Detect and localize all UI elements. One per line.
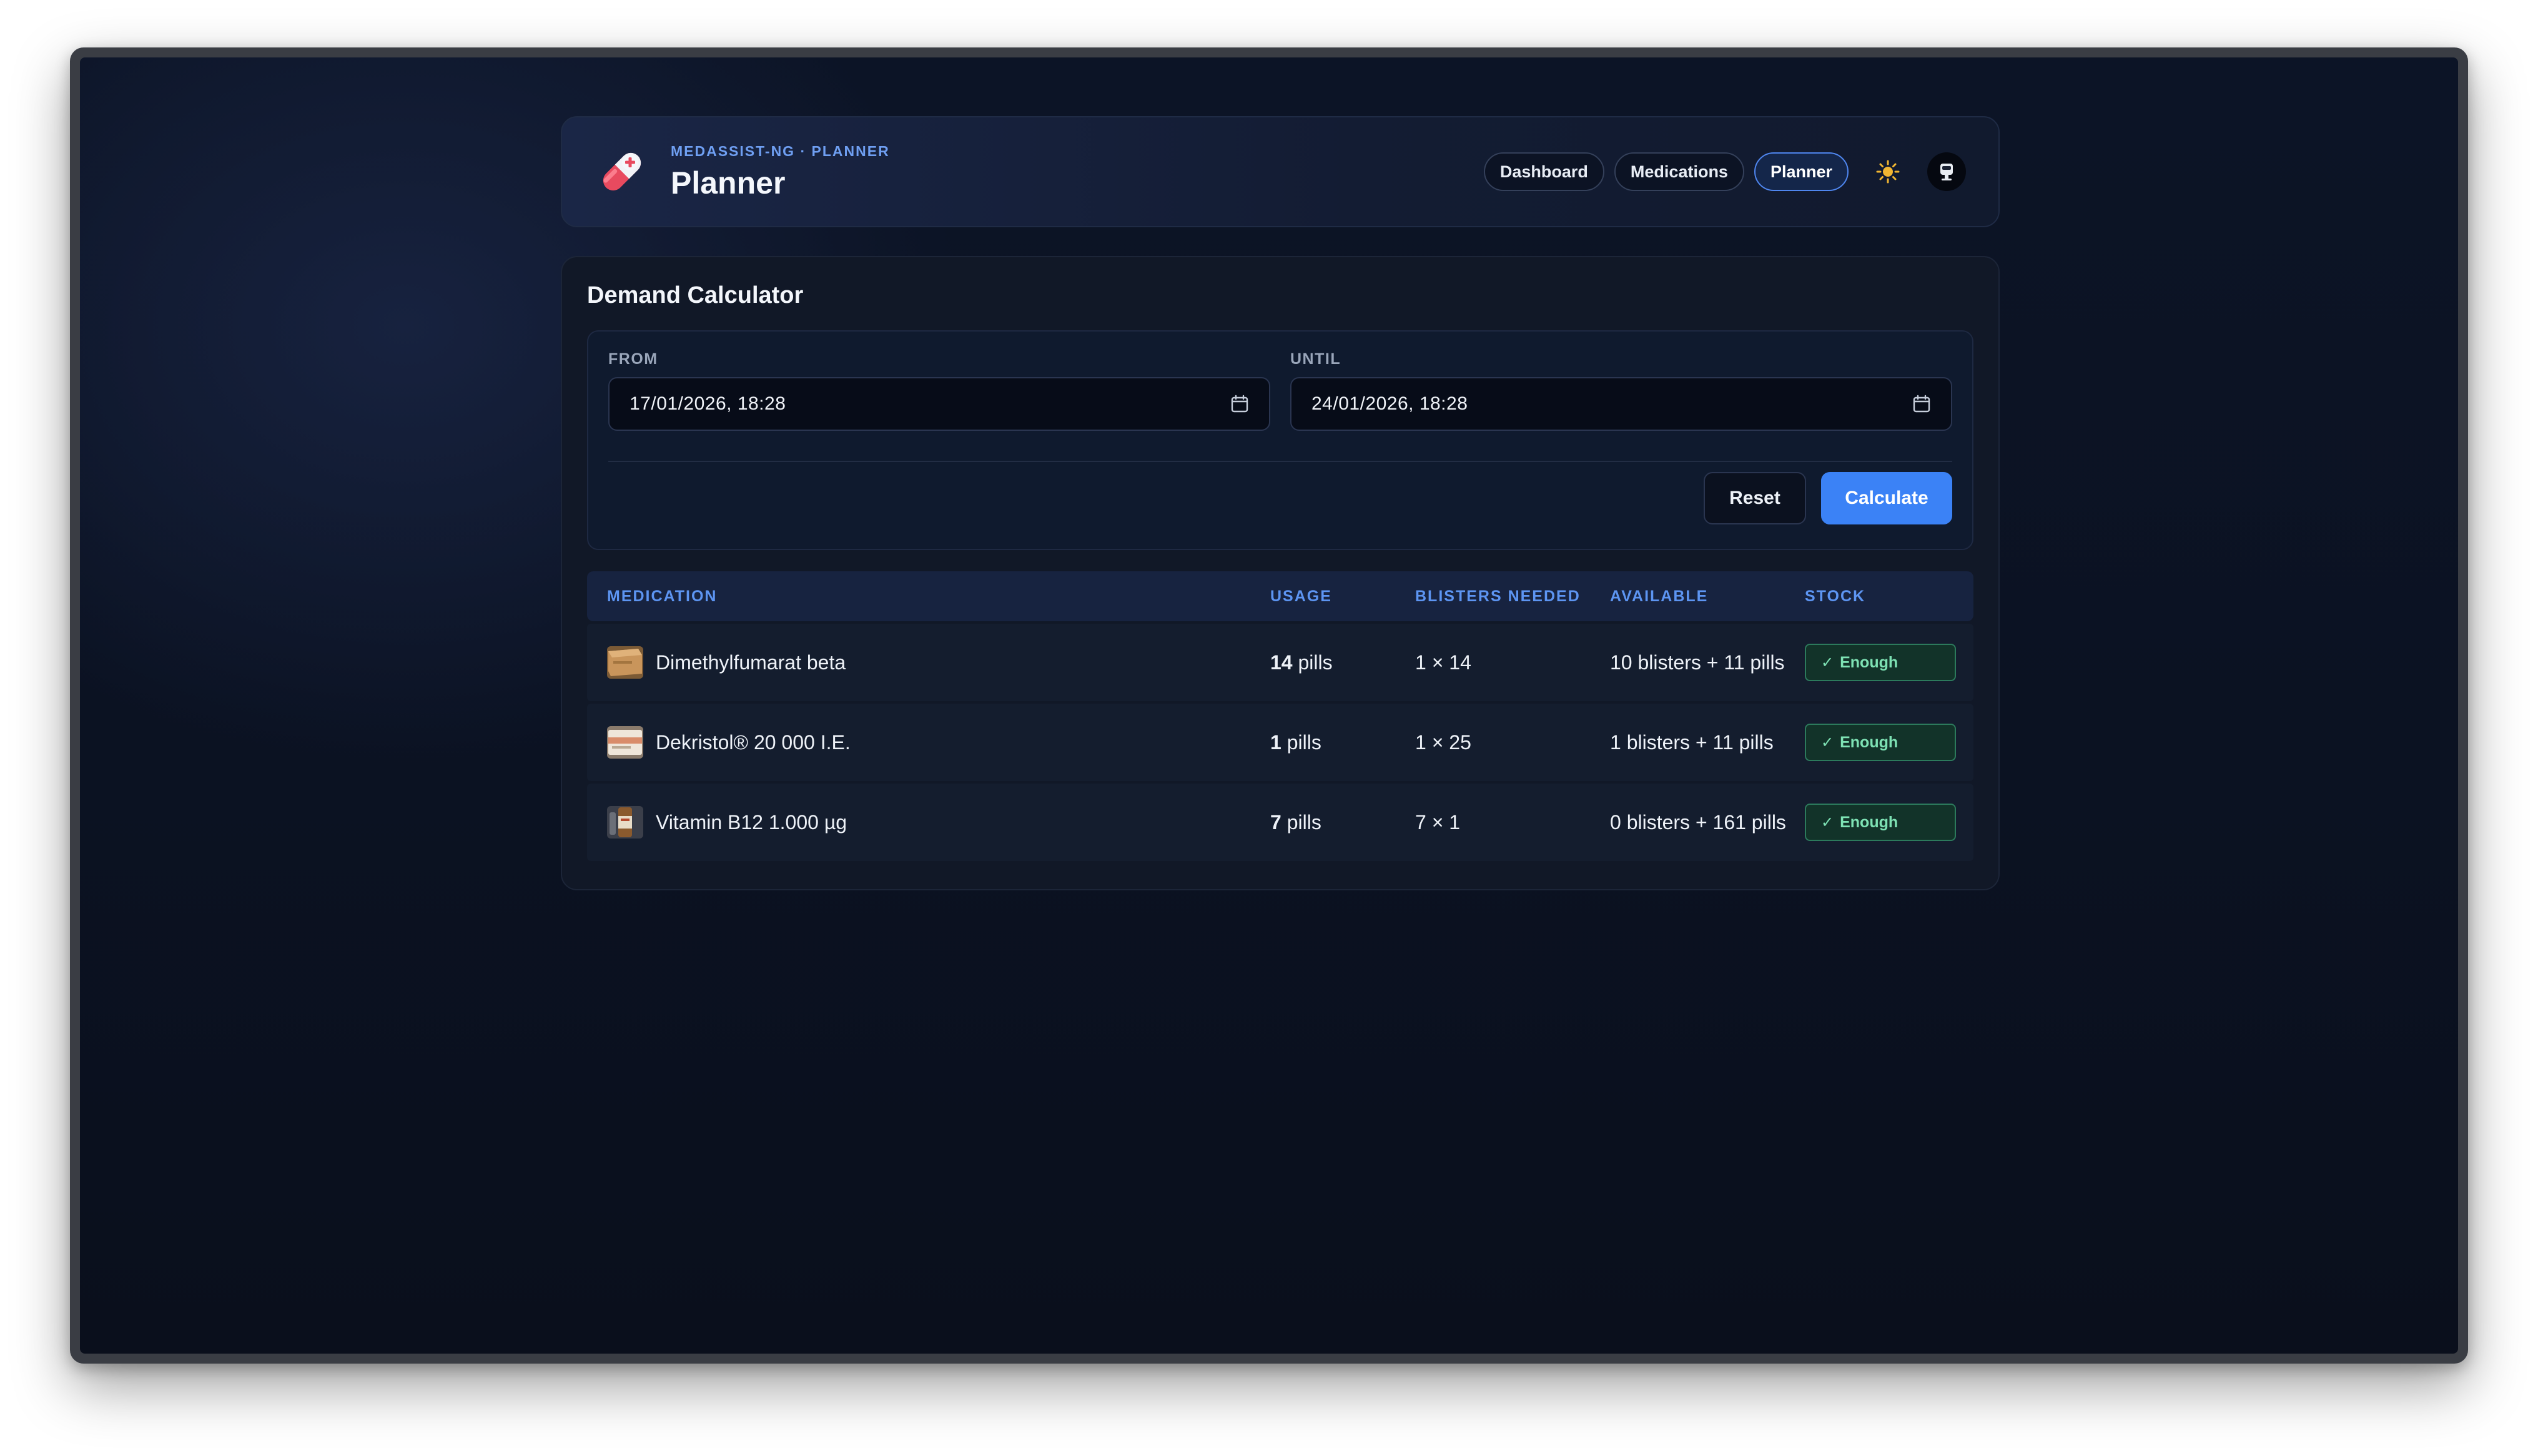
calendar-icon[interactable] [1912, 395, 1931, 413]
header-usage: USAGE [1270, 587, 1332, 605]
theme-toggle-button[interactable] [1869, 152, 1907, 191]
top-nav: Dashboard Medications Planner [1474, 152, 1966, 191]
date-range-panel: FROM 17/01/2026, 18:28 UNTIL 24/01/2026,… [587, 330, 1973, 550]
until-value: 24/01/2026, 18:28 [1311, 393, 1468, 414]
sun-icon [1876, 160, 1900, 184]
table-header: MEDICATION USAGE BLISTERS NEEDED AVAILAB… [587, 571, 1973, 621]
blisters-needed: 1 × 25 [1415, 730, 1471, 754]
check-icon: ✓ [1821, 814, 1834, 831]
usage-unit: pills [1281, 810, 1321, 834]
blisters-needed: 7 × 1 [1415, 810, 1461, 834]
from-datetime-input[interactable]: 17/01/2026, 18:28 [608, 377, 1270, 431]
card-title: Demand Calculator [587, 282, 804, 308]
header-available: AVAILABLE [1610, 588, 1709, 605]
check-icon: ✓ [1821, 654, 1834, 671]
page-title: Planner [671, 165, 786, 200]
status-badge: ✓ Enough [1805, 644, 1956, 681]
user-avatar-button[interactable] [1927, 152, 1966, 191]
medication-thumbnail [607, 806, 643, 839]
status-label: Enough [1840, 733, 1899, 751]
window-frame: MEDASSIST-NG · PLANNER Planner Dashboard… [70, 47, 2468, 1364]
medication-name: Dimethylfumarat beta [656, 651, 846, 674]
reset-button[interactable]: Reset [1704, 472, 1806, 524]
blisters-needed: 1 × 14 [1415, 651, 1471, 674]
nav-dashboard-button[interactable]: Dashboard [1483, 152, 1604, 191]
medication-thumbnail [607, 726, 643, 759]
pill-icon [603, 152, 641, 191]
from-field: FROM 17/01/2026, 18:28 [608, 350, 1270, 431]
form-actions: Reset Calculate [608, 472, 1952, 524]
medication-name: Vitamin B12 1.000 µg [656, 810, 847, 834]
table-row: Dimethylfumarat beta 14 pills 1 × 14 10 … [587, 624, 1973, 701]
table-row: Vitamin B12 1.000 µg 7 pills 7 × 1 0 bli… [587, 784, 1973, 861]
available-stock: 0 blisters + 161 pills [1610, 811, 1786, 834]
available-stock: 1 blisters + 11 pills [1610, 731, 1774, 754]
check-icon: ✓ [1821, 734, 1834, 751]
app-header: MEDASSIST-NG · PLANNER Planner Dashboard… [561, 116, 2000, 227]
status-badge: ✓ Enough [1805, 804, 1956, 841]
avatar-icon [1940, 164, 1953, 180]
status-label: Enough [1840, 653, 1899, 671]
usage-unit: pills [1281, 730, 1321, 754]
usage-count: 7 [1270, 810, 1281, 834]
app-screen: MEDASSIST-NG · PLANNER Planner Dashboard… [80, 57, 2458, 1354]
calculate-button[interactable]: Calculate [1821, 472, 1952, 524]
table-row: Dekristol® 20 000 I.E. 1 pills 1 × 25 1 … [587, 704, 1973, 781]
header-blisters-needed: BLISTERS NEEDED [1415, 587, 1581, 605]
until-datetime-input[interactable]: 24/01/2026, 18:28 [1290, 377, 1952, 431]
status-label: Enough [1840, 813, 1899, 831]
until-label: UNTIL [1290, 350, 1341, 368]
divider [608, 461, 1952, 462]
demand-calculator-card: Demand Calculator FROM 17/01/2026, 18:28 [561, 256, 2000, 890]
from-value: 17/01/2026, 18:28 [630, 393, 786, 414]
nav-planner-button[interactable]: Planner [1754, 152, 1849, 191]
usage-count: 1 [1270, 730, 1281, 754]
header-medication: MEDICATION [607, 587, 718, 605]
from-label: FROM [608, 350, 658, 368]
breadcrumb: MEDASSIST-NG · PLANNER [671, 142, 890, 159]
usage-count: 14 [1270, 651, 1293, 674]
available-stock: 10 blisters + 11 pills [1610, 651, 1785, 674]
brand-block: MEDASSIST-NG · PLANNER Planner [671, 143, 890, 201]
demand-table: MEDICATION USAGE BLISTERS NEEDED AVAILAB… [587, 571, 1973, 861]
calendar-icon[interactable] [1230, 395, 1249, 413]
medication-thumbnail [607, 646, 643, 679]
header-stock: STOCK [1805, 587, 1866, 605]
usage-unit: pills [1292, 651, 1333, 674]
until-field: UNTIL 24/01/2026, 18:28 [1290, 350, 1952, 431]
page-container: MEDASSIST-NG · PLANNER Planner Dashboard… [561, 116, 2000, 890]
medication-name: Dekristol® 20 000 I.E. [656, 730, 851, 754]
status-badge: ✓ Enough [1805, 724, 1956, 761]
nav-medications-button[interactable]: Medications [1614, 152, 1744, 191]
